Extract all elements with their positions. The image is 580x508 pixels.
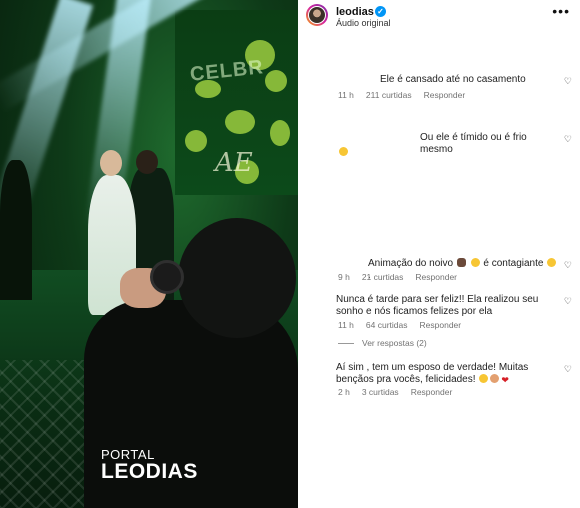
view-replies-button[interactable]: Ver respostas (2) <box>362 338 427 348</box>
cameraman-head <box>178 218 296 338</box>
camera-icon <box>150 260 184 294</box>
reply-button[interactable]: Responder <box>420 320 462 330</box>
heart-outline-icon[interactable]: ♡ <box>564 296 572 307</box>
comment-text: Ele é cansado até no casamento <box>380 74 526 85</box>
comment-time: 2 h <box>338 387 350 397</box>
comment-text: Aí sim , tem um esposo de verdade! Muita… <box>336 362 550 386</box>
video-player[interactable]: CELBR AE PORTAL LEODIAS <box>0 0 298 508</box>
post-header: leodias ✓ Áudio original ••• <box>298 0 580 30</box>
heart-outline-icon[interactable]: ♡ <box>564 76 572 87</box>
replies-divider <box>338 343 354 344</box>
reply-button[interactable]: Responder <box>424 90 466 100</box>
watermark-main: LEODIAS <box>101 460 198 483</box>
heart-outline-icon[interactable]: ♡ <box>564 260 572 271</box>
comment-likes[interactable]: 21 curtidas <box>362 272 404 282</box>
praying-hands-icon <box>490 374 500 383</box>
grin-emoji-icon <box>470 258 480 267</box>
comment-text-mid: é contagiante <box>483 258 544 269</box>
comment-text-body: Aí sim , tem um esposo de verdade! Muita… <box>336 362 529 385</box>
verified-badge-icon: ✓ <box>375 6 386 17</box>
groom-head <box>136 150 158 174</box>
avatar[interactable] <box>306 4 328 26</box>
bride-head <box>100 150 122 176</box>
sad-emoji-icon <box>338 142 349 160</box>
more-options-icon[interactable]: ••• <box>552 4 570 18</box>
reply-button[interactable]: Responder <box>411 387 453 397</box>
grimace-emoji-icon <box>547 258 557 267</box>
comment-text: Nunca é tarde para ser feliz!! Ela reali… <box>336 294 539 317</box>
portal-leodias-watermark: PORTAL LEODIAS <box>101 448 198 483</box>
comment-likes[interactable]: 64 curtidas <box>366 320 408 330</box>
heart-outline-icon[interactable]: ♡ <box>564 134 572 145</box>
couple-initials: AE <box>215 148 253 178</box>
comment-meta: 2 h 3 curtidas Responder <box>338 387 464 397</box>
comment-likes[interactable]: 211 curtidas <box>366 90 412 100</box>
heart-outline-icon[interactable]: ♡ <box>564 364 572 375</box>
comment-meta: 11 h 211 curtidas Responder <box>338 90 477 100</box>
comment-meta: 9 h 21 curtidas Responder <box>338 272 469 282</box>
doll-emoji-icon <box>456 258 466 267</box>
comment-text-start: Animação do noivo <box>368 258 454 269</box>
audio-label[interactable]: Áudio original <box>336 18 391 28</box>
comment-time: 11 h <box>338 320 354 330</box>
profile-picture <box>309 7 325 23</box>
comment-meta: 11 h 64 curtidas Responder <box>338 320 473 330</box>
red-heart-icon: ❤ <box>501 375 509 385</box>
comments-panel: leodias ✓ Áudio original ••• Ele é cansa… <box>298 0 580 508</box>
comment-time: 11 h <box>338 90 354 100</box>
guest-silhouette <box>0 160 32 300</box>
comment-text: Ou ele é tímido ou é frio mesmo <box>420 132 527 155</box>
reply-button[interactable]: Responder <box>415 272 457 282</box>
comment-likes[interactable]: 3 curtidas <box>362 387 399 397</box>
hug-emoji-icon <box>479 374 489 383</box>
username-link[interactable]: leodias <box>336 6 374 18</box>
comment-time: 9 h <box>338 272 350 282</box>
